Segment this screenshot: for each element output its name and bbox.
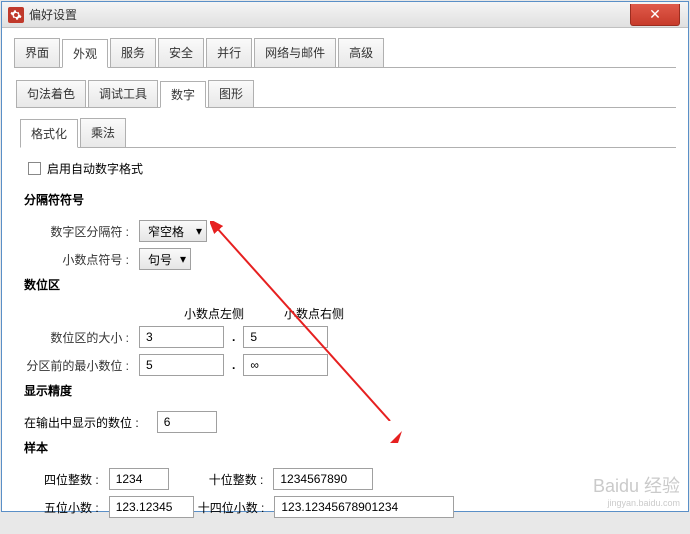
- window-title: 偏好设置: [29, 6, 77, 23]
- tab-advanced[interactable]: 高级: [338, 38, 384, 67]
- tab-services[interactable]: 服务: [110, 38, 156, 67]
- zone-size-right-input[interactable]: [243, 326, 328, 348]
- four-int-value[interactable]: [109, 468, 169, 490]
- ten-int-value[interactable]: [273, 468, 373, 490]
- sub-tabs: 句法着色 调试工具 数字 图形: [16, 80, 676, 108]
- tab-interface[interactable]: 界面: [14, 38, 60, 67]
- tab-security[interactable]: 安全: [158, 38, 204, 67]
- close-icon: ✕: [649, 6, 661, 23]
- four-int-label: 四位整数 :: [44, 471, 99, 488]
- tab-formatting[interactable]: 格式化: [20, 119, 78, 148]
- zone-size-left-input[interactable]: [139, 326, 224, 348]
- fourteen-dec-value[interactable]: [274, 496, 454, 518]
- tab-parallel[interactable]: 并行: [206, 38, 252, 67]
- tab-network[interactable]: 网络与邮件: [254, 38, 336, 67]
- dot-separator: .: [232, 330, 235, 344]
- digitzone-section-title: 数位区: [24, 276, 676, 293]
- col-left-header: 小数点左侧: [164, 305, 264, 322]
- sample-section-title: 样本: [24, 439, 676, 456]
- auto-format-label: 启用自动数字格式: [47, 160, 143, 177]
- ten-int-label: 十位整数 :: [209, 471, 264, 488]
- chevron-down-icon: ▾: [196, 224, 202, 238]
- close-button[interactable]: ✕: [630, 4, 680, 26]
- decimal-symbol-dropdown[interactable]: 句号 ▾: [139, 248, 191, 270]
- tab-multiply[interactable]: 乘法: [80, 118, 126, 147]
- tab-graphics[interactable]: 图形: [208, 80, 254, 107]
- digit-separator-dropdown[interactable]: 窄空格 ▾: [139, 220, 207, 242]
- min-digits-label: 分区前的最小数位 :: [24, 357, 139, 374]
- decimal-symbol-label: 小数点符号 :: [24, 251, 139, 268]
- tab-numbers[interactable]: 数字: [160, 81, 206, 108]
- min-digits-right-input[interactable]: [243, 354, 328, 376]
- main-tabs: 界面 外观 服务 安全 并行 网络与邮件 高级: [14, 38, 676, 68]
- precision-section-title: 显示精度: [24, 382, 676, 399]
- dot-separator: .: [232, 358, 235, 372]
- col-right-header: 小数点右侧: [264, 305, 364, 322]
- titlebar: 偏好设置 ✕: [2, 2, 688, 28]
- output-digits-label: 在输出中显示的数位 :: [24, 414, 149, 431]
- third-tabs: 格式化 乘法: [20, 118, 676, 148]
- preferences-window: 偏好设置 ✕ 界面 外观 服务 安全 并行 网络与邮件 高级 句法着色 调试工具…: [1, 1, 689, 512]
- output-digits-input[interactable]: [157, 411, 217, 433]
- chevron-down-icon: ▾: [180, 252, 186, 266]
- zone-size-label: 数位区的大小 :: [24, 329, 139, 346]
- min-digits-left-input[interactable]: [139, 354, 224, 376]
- tab-syntax[interactable]: 句法着色: [16, 80, 86, 107]
- tab-appearance[interactable]: 外观: [62, 39, 108, 68]
- separator-section-title: 分隔符符号: [24, 191, 676, 208]
- auto-format-checkbox[interactable]: [28, 162, 41, 175]
- five-dec-value[interactable]: [109, 496, 194, 518]
- tab-debug[interactable]: 调试工具: [88, 80, 158, 107]
- gear-icon: [8, 7, 24, 23]
- digit-separator-label: 数字区分隔符 :: [24, 223, 139, 240]
